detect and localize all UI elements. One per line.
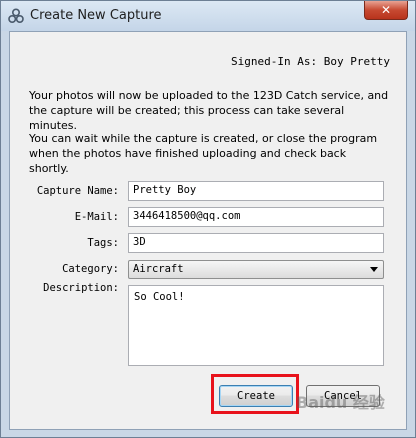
tags-input[interactable]: 3D bbox=[128, 233, 384, 253]
description-label: Description: bbox=[43, 282, 119, 294]
category-label: Category: bbox=[62, 263, 119, 275]
window-title: Create New Capture bbox=[30, 8, 162, 23]
app-logo-icon bbox=[8, 8, 24, 24]
dialog-window: Create New Capture ✕ Signed-In As: Boy P… bbox=[0, 0, 416, 438]
watermark: Baidu 经验 bbox=[296, 393, 385, 412]
category-selected-value: Aircraft bbox=[133, 263, 184, 275]
tags-label: Tags: bbox=[87, 237, 119, 249]
info-paragraph-upload: Your photos will now be uploaded to the … bbox=[29, 89, 389, 132]
capture-name-input[interactable]: Pretty Boy bbox=[128, 181, 384, 201]
info-paragraph-wait: You can wait while the capture is create… bbox=[29, 132, 378, 175]
email-label: E-Mail: bbox=[74, 211, 119, 223]
create-button-highlight bbox=[211, 374, 299, 414]
description-textarea[interactable]: So Cool! bbox=[128, 285, 384, 366]
close-icon: ✕ bbox=[380, 3, 392, 17]
email-input[interactable]: 3446418500@qq.com bbox=[128, 207, 384, 227]
capture-name-label: Capture Name: bbox=[36, 185, 119, 197]
chevron-down-icon bbox=[370, 267, 378, 272]
close-button[interactable]: ✕ bbox=[364, 1, 408, 20]
category-select[interactable]: Aircraft bbox=[128, 260, 384, 279]
signed-in-label: Signed-In As: Boy Pretty bbox=[231, 55, 390, 68]
title-bar[interactable]: Create New Capture ✕ bbox=[1, 1, 415, 31]
